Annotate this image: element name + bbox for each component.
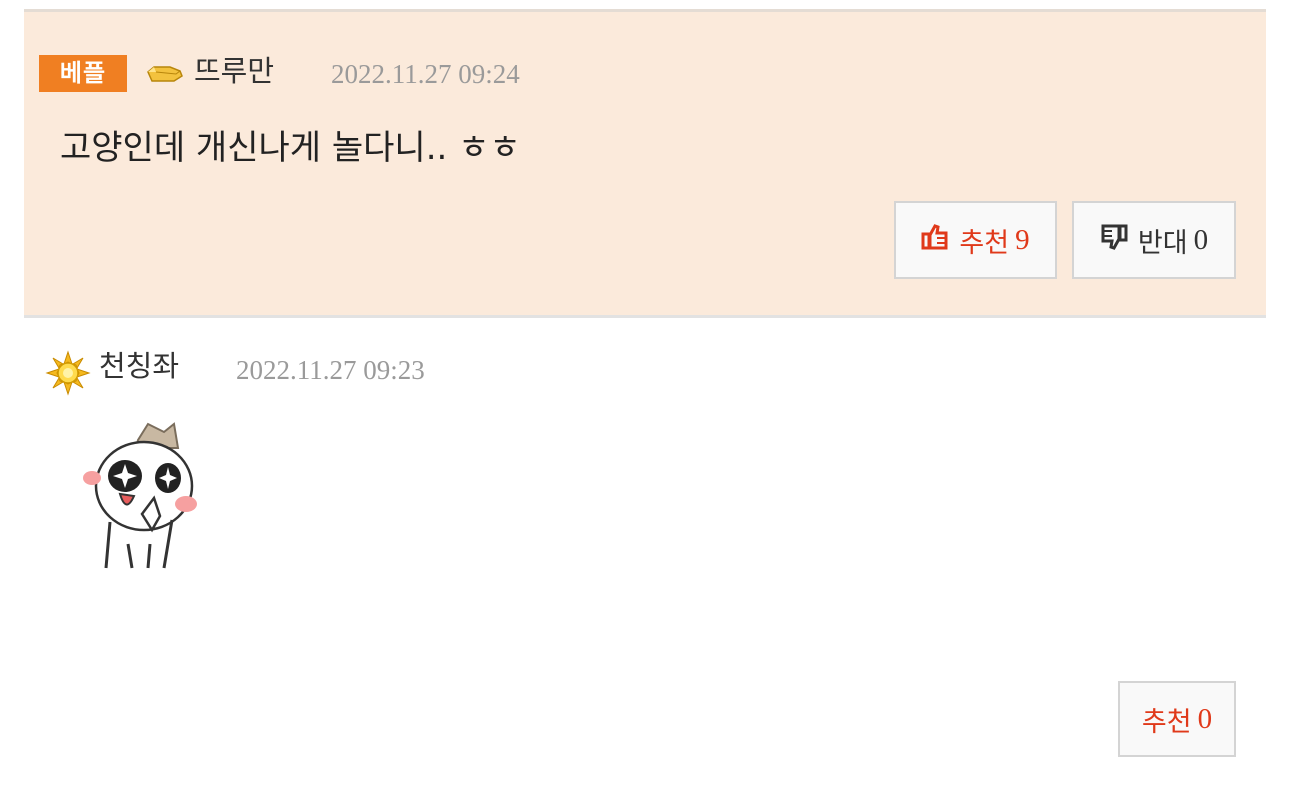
gold-bar-icon [146, 64, 184, 88]
thumbs-down-icon [1100, 223, 1128, 258]
star-eyed-character-sticker [76, 418, 204, 578]
recommend-count: 9 [1015, 223, 1030, 256]
recommend-button[interactable]: 추천 9 [894, 201, 1057, 279]
oppose-count: 0 [1193, 223, 1209, 256]
oppose-label: 반대 [1137, 227, 1188, 259]
best-badge: 베플 [39, 55, 127, 92]
comment-date: 2022.11.27 09:24 [331, 59, 520, 89]
nickname[interactable]: 천칭좌 [99, 352, 179, 381]
best-comment: 베플 뜨루만 2022.11.27 09:24 고양인데 개신나게 놀다니.. … [24, 9, 1266, 318]
recommend-label: 추천 [1141, 706, 1192, 738]
recommend-label: 추천 [959, 227, 1010, 259]
thumbs-up-icon [921, 223, 949, 258]
sun-flower-icon [45, 350, 91, 400]
nickname[interactable]: 뜨루만 [194, 57, 274, 86]
comment-text: 고양인데 개신나게 놀다니.. ㅎㅎ [60, 128, 521, 168]
recommend-button[interactable]: 추천 0 [1118, 681, 1236, 757]
oppose-button[interactable]: 반대 0 [1072, 201, 1236, 279]
recommend-count: 0 [1197, 702, 1213, 735]
comment-date: 2022.11.27 09:23 [236, 355, 425, 385]
